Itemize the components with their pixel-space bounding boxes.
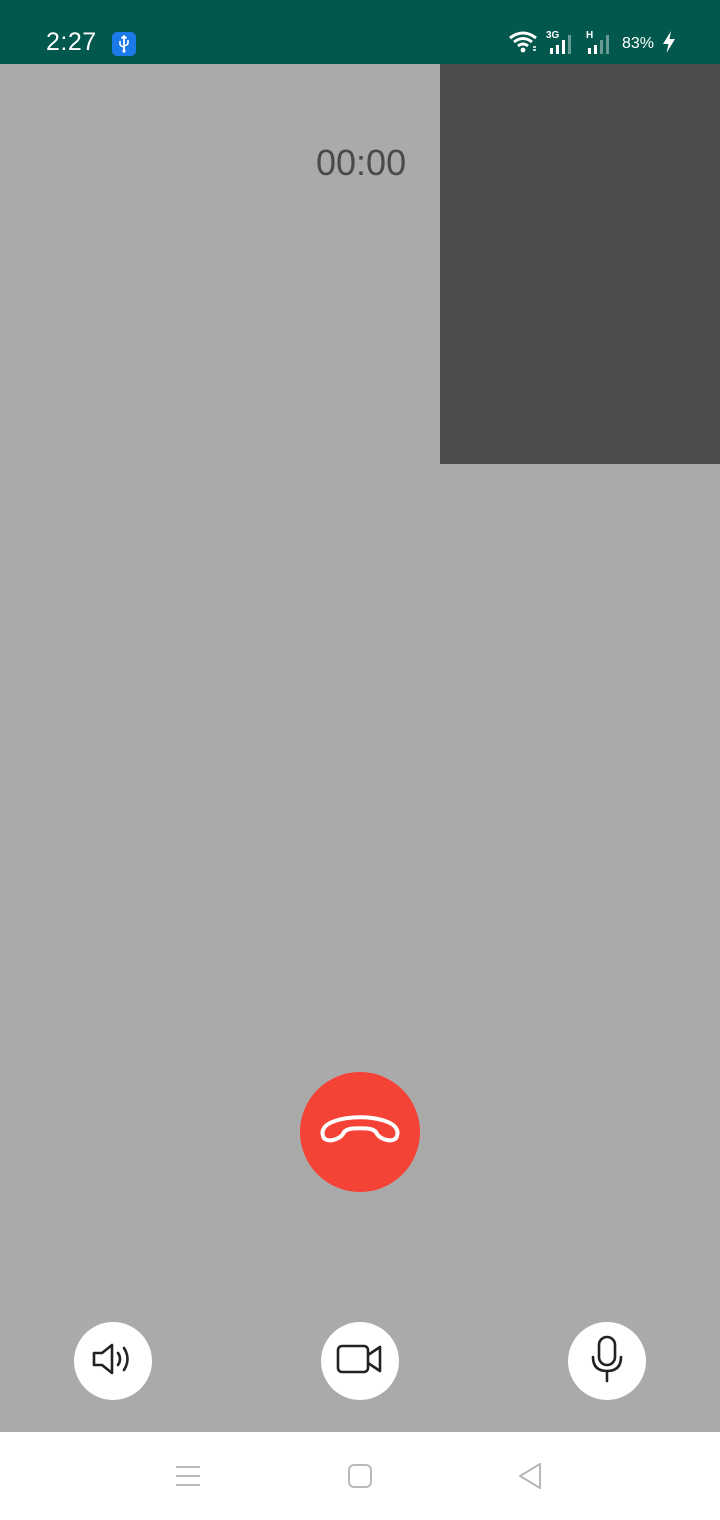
status-icons: 3G H 83%	[508, 30, 676, 58]
back-button[interactable]	[510, 1458, 550, 1498]
microphone-icon	[589, 1335, 625, 1388]
charging-icon	[662, 30, 676, 58]
navigation-bar	[0, 1432, 720, 1520]
home-button[interactable]	[340, 1458, 380, 1498]
phone-hangup-icon	[317, 1110, 403, 1155]
video-toggle-button[interactable]	[321, 1322, 399, 1400]
recent-apps-button[interactable]	[168, 1458, 208, 1498]
status-time: 2:27	[46, 28, 97, 56]
signal-3g-icon: 3G	[546, 30, 578, 56]
video-call-area: 00:00	[0, 64, 720, 1432]
usb-debug-icon	[112, 32, 136, 56]
end-call-button[interactable]	[300, 1072, 420, 1192]
mute-button[interactable]	[568, 1322, 646, 1400]
speaker-button[interactable]	[74, 1322, 152, 1400]
back-icon	[516, 1461, 544, 1496]
video-camera-icon	[336, 1343, 384, 1380]
home-icon	[347, 1463, 373, 1494]
menu-icon	[174, 1464, 202, 1493]
signal-h-icon: H	[586, 30, 614, 56]
speaker-icon	[91, 1341, 135, 1382]
wifi-icon	[508, 31, 538, 58]
status-bar: 2:27 3G H 83%	[0, 0, 720, 64]
local-video-preview[interactable]	[440, 64, 720, 464]
battery-percentage: 83%	[621, 35, 654, 52]
call-timer: 00:00	[316, 142, 407, 183]
